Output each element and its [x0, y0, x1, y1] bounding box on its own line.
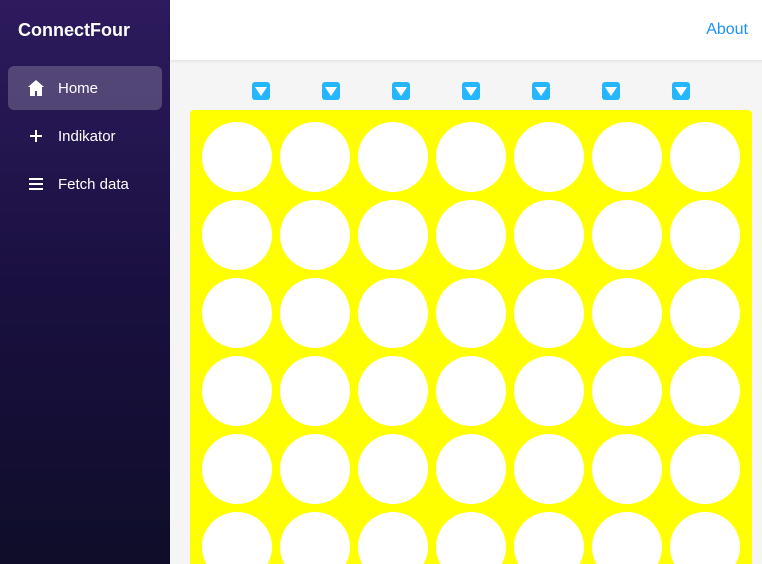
cell-r0-c4[interactable]: [514, 122, 584, 192]
cell-r4-c3[interactable]: [436, 434, 506, 504]
sidebar: ConnectFour Home Indikator: [0, 0, 170, 564]
cell-r0-c6[interactable]: [670, 122, 740, 192]
cell-r4-c0[interactable]: [202, 434, 272, 504]
cell-r3-c0[interactable]: [202, 356, 272, 426]
cell-r0-c3[interactable]: [436, 122, 506, 192]
cell-r5-c6[interactable]: [670, 512, 740, 564]
cell-r4-c2[interactable]: [358, 434, 428, 504]
cell-r2-c5[interactable]: [592, 278, 662, 348]
cell-r5-c0[interactable]: [202, 512, 272, 564]
cell-r2-c6[interactable]: [670, 278, 740, 348]
cell-r1-c1[interactable]: [280, 200, 350, 270]
drop-arrow-col-2[interactable]: [296, 80, 366, 102]
cell-r5-c2[interactable]: [358, 512, 428, 564]
cell-r4-c5[interactable]: [592, 434, 662, 504]
game-board: [190, 110, 752, 564]
main-content: About: [170, 0, 762, 564]
cell-r3-c6[interactable]: [670, 356, 740, 426]
cell-r3-c1[interactable]: [280, 356, 350, 426]
drop-arrows: [226, 80, 716, 102]
cell-r0-c0[interactable]: [202, 122, 272, 192]
sidebar-item-home[interactable]: Home: [8, 66, 162, 110]
cell-r3-c4[interactable]: [514, 356, 584, 426]
cell-r2-c3[interactable]: [436, 278, 506, 348]
cell-r4-c1[interactable]: [280, 434, 350, 504]
cell-r2-c4[interactable]: [514, 278, 584, 348]
cell-r0-c5[interactable]: [592, 122, 662, 192]
drop-arrow-col-7[interactable]: [646, 80, 716, 102]
plus-icon: [26, 126, 46, 146]
cell-r2-c1[interactable]: [280, 278, 350, 348]
cell-r0-c1[interactable]: [280, 122, 350, 192]
sidebar-item-home-label: Home: [58, 80, 98, 97]
cell-r1-c6[interactable]: [670, 200, 740, 270]
cell-r2-c0[interactable]: [202, 278, 272, 348]
cell-r4-c4[interactable]: [514, 434, 584, 504]
cell-r3-c3[interactable]: [436, 356, 506, 426]
cell-r4-c6[interactable]: [670, 434, 740, 504]
game-content: [170, 60, 762, 564]
sidebar-item-indikator[interactable]: Indikator: [8, 114, 162, 158]
cell-r5-c4[interactable]: [514, 512, 584, 564]
cell-r1-c0[interactable]: [202, 200, 272, 270]
drop-arrow-col-6[interactable]: [576, 80, 646, 102]
cell-r5-c5[interactable]: [592, 512, 662, 564]
sidebar-item-fetch-data-label: Fetch data: [58, 176, 129, 193]
about-link[interactable]: About: [706, 21, 748, 39]
drop-arrow-col-3[interactable]: [366, 80, 436, 102]
home-icon: [26, 78, 46, 98]
sidebar-item-indikator-label: Indikator: [58, 128, 116, 145]
sidebar-item-fetch-data[interactable]: Fetch data: [8, 162, 162, 206]
cell-r3-c5[interactable]: [592, 356, 662, 426]
cell-r3-c2[interactable]: [358, 356, 428, 426]
cell-r2-c2[interactable]: [358, 278, 428, 348]
sidebar-nav: Home Indikator Fetch data: [0, 60, 170, 208]
drop-arrow-col-1[interactable]: [226, 80, 296, 102]
cell-r5-c1[interactable]: [280, 512, 350, 564]
app-brand: ConnectFour: [0, 0, 170, 60]
drop-arrow-col-4[interactable]: [436, 80, 506, 102]
topbar: About: [170, 0, 762, 60]
cell-r1-c2[interactable]: [358, 200, 428, 270]
list-icon: [26, 174, 46, 194]
cell-r1-c4[interactable]: [514, 200, 584, 270]
cell-r5-c3[interactable]: [436, 512, 506, 564]
cell-r1-c5[interactable]: [592, 200, 662, 270]
cell-r1-c3[interactable]: [436, 200, 506, 270]
cell-r0-c2[interactable]: [358, 122, 428, 192]
drop-arrow-col-5[interactable]: [506, 80, 576, 102]
